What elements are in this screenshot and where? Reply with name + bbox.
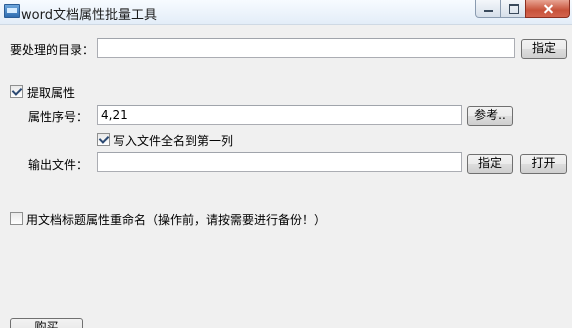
write-filename-label: 写入文件全名到第一列 <box>113 134 234 148</box>
title-bar[interactable]: word文档属性批量工具 <box>0 0 572 25</box>
output-file-input[interactable] <box>97 152 462 172</box>
minimize-button[interactable] <box>475 0 501 18</box>
output-file-label: 输出文件： <box>28 158 89 172</box>
property-index-input[interactable]: 4,21 <box>97 105 462 125</box>
app-window-icon <box>4 4 20 18</box>
directory-label: 要处理的目录： <box>10 43 95 57</box>
write-filename-checkbox[interactable] <box>97 133 110 146</box>
close-button[interactable] <box>525 0 570 18</box>
directory-input[interactable] <box>97 38 515 58</box>
rename-by-title-checkbox[interactable] <box>10 212 23 225</box>
extract-properties-label: 提取属性 <box>27 86 76 100</box>
property-index-label: 属性序号： <box>28 110 89 124</box>
app-window: word文档属性批量工具 要处理的目录： 指定 提取属性 属性序号： 4,21 … <box>0 0 572 328</box>
rename-by-title-label: 用文档标题属性重命名（操作前，请按需要进行备份！） <box>26 213 327 227</box>
reference-button[interactable]: 参考.. <box>467 106 513 126</box>
maximize-button[interactable] <box>500 0 526 18</box>
extract-properties-checkbox[interactable] <box>10 85 23 98</box>
directory-specify-button[interactable]: 指定 <box>521 39 567 59</box>
output-open-button[interactable]: 打开 <box>520 154 567 174</box>
output-specify-button[interactable]: 指定 <box>467 154 513 174</box>
window-title: word文档属性批量工具 <box>21 8 157 23</box>
buy-button[interactable]: 购买 <box>10 318 83 328</box>
